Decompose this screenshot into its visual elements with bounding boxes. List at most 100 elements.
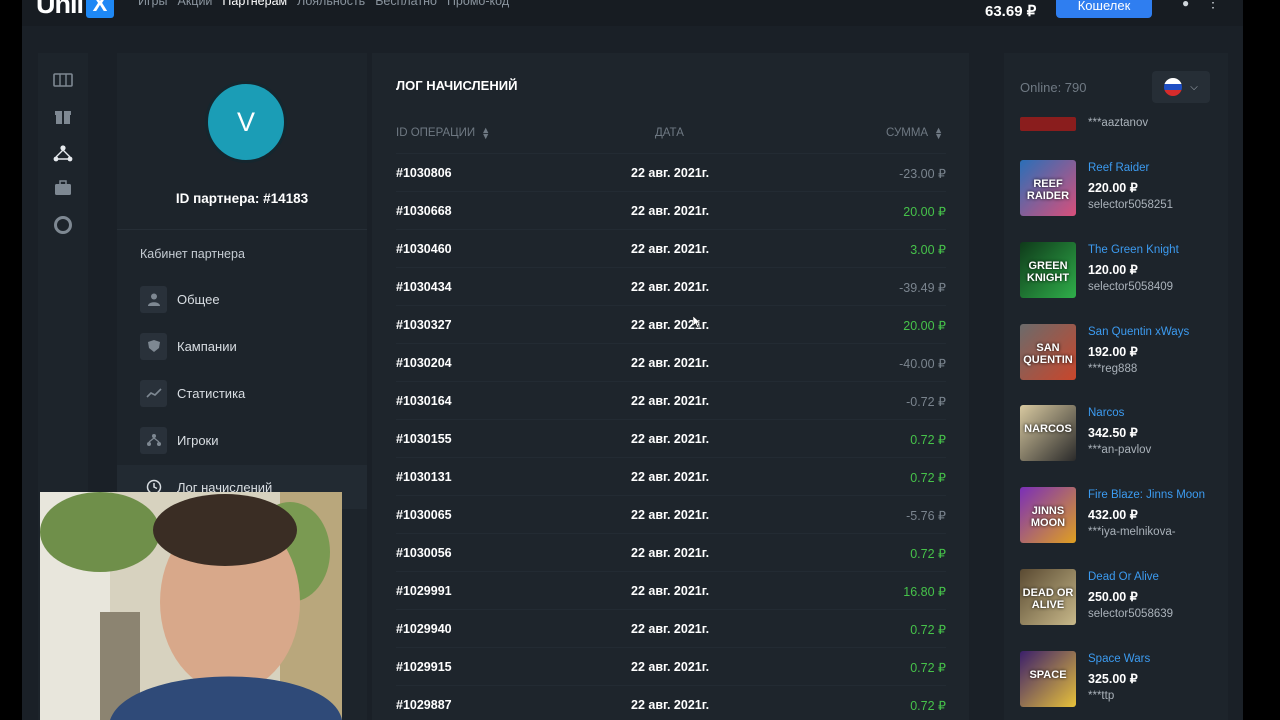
nav-free[interactable]: Бесплатно (375, 0, 437, 8)
table-row[interactable]: #1030434 22 авг. 2021г. -39.49 ₽ (396, 267, 946, 305)
win-amount: 192.00 ₽ (1088, 344, 1138, 359)
partner-menu-campaigns[interactable]: Кампании (140, 332, 360, 360)
game-thumbnail[interactable]: SPACE (1020, 650, 1076, 707)
partner-menu-label: Общее (177, 291, 220, 307)
nav-partners[interactable]: Партнерам (222, 0, 287, 8)
game-thumbnail[interactable]: REEF RAIDER (1020, 160, 1076, 216)
operation-id: #1030155 (396, 432, 452, 446)
operation-date: 22 авг. 2021г. (631, 356, 710, 370)
logo-text: Unli (36, 0, 84, 19)
column-header-label: ID ОПЕРАЦИИ (396, 127, 476, 139)
nav-promo-code[interactable]: Промо-код (447, 0, 509, 8)
game-name-link[interactable]: Dead Or Alive (1088, 571, 1210, 583)
game-thumbnail[interactable]: GREEN KNIGHT (1020, 241, 1076, 298)
game-name-link[interactable]: Fire Blaze: Jinns Moon (1088, 489, 1210, 501)
win-user: ***ttp (1088, 689, 1115, 702)
win-item[interactable]: REEF RAIDER Reef Raider 220.00 ₽ selector50… (1020, 160, 1210, 216)
column-header-amount[interactable]: СУММА ▲ ▼ (886, 126, 943, 141)
partner-menu-general[interactable]: Общее (140, 285, 360, 313)
operation-id: #1030056 (396, 546, 452, 560)
table-row[interactable]: #1029940 22 авг. 2021г. 0.72 ₽ (396, 609, 946, 647)
table-row[interactable]: #1030806 22 авг. 2021г. -23.00 ₽ (396, 153, 946, 191)
operation-id: #1030806 (396, 166, 452, 180)
table-row[interactable]: #1029991 22 авг. 2021г. 16.80 ₽ (396, 571, 946, 609)
win-amount: 432.00 ₽ (1088, 508, 1138, 523)
column-header-operation-id[interactable]: ID ОПЕРАЦИИ ▲ ▼ (396, 126, 490, 141)
cabinet-title: Кабинет партнера (140, 247, 245, 261)
operation-amount: 3.00 ₽ (910, 243, 946, 257)
support-lifebuoy-icon[interactable] (53, 215, 73, 235)
top-header: Unli X Игры Акции Партнерам Лояльность Б… (22, 0, 1243, 26)
table-row[interactable]: #1030056 22 авг. 2021г. 0.72 ₽ (396, 533, 946, 571)
nav-games[interactable]: Игры (138, 0, 167, 8)
partner-menu-label: Статистика (177, 385, 246, 401)
operation-id: #1030204 (396, 356, 452, 370)
nav-promotions[interactable]: Акции (177, 0, 212, 8)
table-row[interactable]: #1030460 22 авг. 2021г. 3.00 ₽ (396, 229, 946, 267)
slots-icon[interactable] (53, 70, 73, 90)
gift-icon[interactable] (53, 106, 73, 126)
win-item[interactable]: DEAD OR ALIVE Dead Or Alive 250.00 ₽ select… (1020, 569, 1210, 625)
chart-line-icon (140, 379, 167, 407)
game-name-link[interactable]: Narcos (1088, 407, 1210, 419)
operation-id: #1029887 (396, 698, 452, 712)
game-name-link[interactable]: San Quentin xWays (1088, 326, 1210, 338)
operation-amount: 16.80 ₽ (903, 585, 946, 599)
table-row[interactable]: #1030065 22 авг. 2021г. -5.76 ₽ (396, 495, 946, 533)
russia-flag-icon (1164, 78, 1183, 96)
game-thumbnail[interactable]: NARCOS (1020, 405, 1076, 462)
game-thumbnail[interactable]: SAN QUENTIN (1020, 323, 1076, 380)
win-item[interactable]: GREEN KNIGHT The Green Knight 120.00 ₽ sele… (1020, 241, 1210, 298)
operation-amount: 0.72 ₽ (910, 547, 946, 561)
table-row[interactable]: #1030164 22 авг. 2021г. -0.72 ₽ (396, 381, 946, 419)
table-row[interactable]: #1030155 22 авг. 2021г. 0.72 ₽ (396, 419, 946, 457)
table-row[interactable]: #1030668 22 авг. 2021г. 20.00 ₽ (396, 191, 946, 229)
operation-id: #1030434 (396, 280, 452, 294)
user-icon[interactable]: ● (1182, 0, 1189, 10)
table-row[interactable]: #1030204 22 авг. 2021г. -40.00 ₽ (396, 343, 946, 381)
game-thumbnail[interactable]: JINNS MOON (1020, 487, 1076, 544)
win-item[interactable]: NARCOS Narcos 342.50 ₽ ***an-pavlov (1020, 405, 1210, 462)
briefcase-icon[interactable] (53, 178, 73, 198)
game-thumbnail[interactable]: DEAD OR ALIVE (1020, 569, 1076, 625)
table-row[interactable]: #1030131 22 авг. 2021г. 0.72 ₽ (396, 457, 946, 495)
more-menu-icon[interactable]: ⋮ (1206, 0, 1220, 11)
operation-amount: -0.72 ₽ (906, 395, 946, 409)
table-row[interactable]: #1029887 22 авг. 2021г. 0.72 ₽ (396, 685, 946, 720)
operation-id: #1030668 (396, 204, 452, 218)
online-counter: Online: 790 (1020, 80, 1087, 95)
win-item[interactable]: SPACE Space Wars 325.00 ₽ ***ttp (1020, 650, 1210, 707)
table-row[interactable]: #1029915 22 авг. 2021г. 0.72 ₽ (396, 647, 946, 685)
network-icon (140, 426, 167, 454)
balance-amount: 63.69 ₽ (985, 3, 1037, 20)
game-thumbnail-logo: SAN QUENTIN (1023, 341, 1073, 366)
operation-date: 22 авг. 2021г. (631, 242, 710, 256)
table-row[interactable]: #1030327 22 авг. 2021г. 20.00 ₽ (396, 305, 946, 343)
partner-menu-players[interactable]: Игроки (140, 426, 360, 454)
win-amount: 250.00 ₽ (1088, 590, 1138, 604)
operation-date: 22 авг. 2021г. (631, 470, 710, 484)
win-item[interactable]: JINNS MOON Fire Blaze: Jinns Moon 432.00 ₽… (1020, 487, 1210, 544)
partners-icon[interactable] (53, 143, 73, 163)
operation-amount: 0.72 ₽ (910, 623, 946, 637)
operation-date: 22 авг. 2021г. (631, 622, 710, 636)
win-amount: 342.50 ₽ (1088, 426, 1138, 441)
game-thumbnail-logo: REEF RAIDER (1026, 178, 1070, 202)
game-name-link[interactable]: Space Wars (1088, 653, 1210, 665)
partner-menu-label: Кампании (177, 338, 237, 354)
site-logo[interactable]: Unli X (36, 0, 114, 19)
win-amount: 120.00 ₽ (1088, 262, 1138, 277)
game-thumbnail[interactable] (1020, 117, 1076, 131)
language-selector[interactable]: ⌵ (1152, 71, 1210, 103)
partner-menu-statistics[interactable]: Статистика (140, 379, 360, 407)
win-item[interactable]: SAN QUENTIN San Quentin xWays 192.00 ₽ ***r… (1020, 323, 1210, 380)
operation-amount: 20.00 ₽ (903, 319, 946, 333)
game-thumbnail-logo: JINNS MOON (1030, 505, 1066, 530)
operation-date: 22 авг. 2021г. (631, 280, 710, 294)
game-name-link[interactable]: The Green Knight (1088, 244, 1210, 256)
nav-loyalty[interactable]: Лояльность (297, 0, 365, 8)
game-name-link[interactable]: Reef Raider (1088, 162, 1210, 174)
operation-amount: -23.00 ₽ (899, 167, 946, 181)
wallet-button[interactable]: Кошелек (1056, 0, 1152, 18)
webcam-overlay (40, 492, 342, 720)
